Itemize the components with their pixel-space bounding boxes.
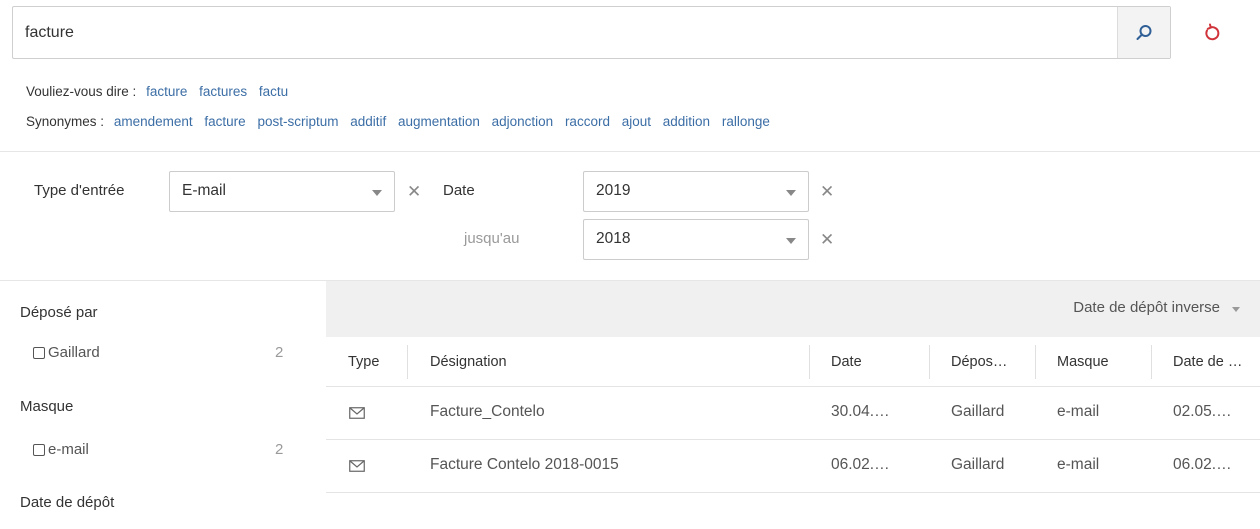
mask-title: Masque (20, 398, 74, 415)
deposit-date-title: Date de dépôt (20, 494, 115, 511)
synonym-link[interactable]: adjonction (492, 114, 554, 129)
synonym-link[interactable]: augmentation (398, 114, 480, 129)
cell-designation: Facture_Contelo (430, 403, 545, 420)
search-icon (1136, 24, 1152, 40)
chevron-down-icon (786, 190, 796, 196)
checkbox[interactable] (33, 443, 45, 456)
suggestion-link[interactable]: facture (146, 84, 187, 99)
table-row[interactable]: Facture_Contelo 30.04.… Gaillard e-mail … (326, 387, 1260, 439)
synonym-link[interactable]: rallonge (722, 114, 770, 129)
synonym-link[interactable]: ajout (622, 114, 651, 129)
synonym-link[interactable]: post-scriptum (257, 114, 338, 129)
facet-count: 2 (275, 344, 284, 361)
sort-bar: Date de dépôt inverse (326, 281, 1260, 337)
table-row[interactable]: Facture Contelo 2018-0015 06.02.… Gailla… (326, 440, 1260, 492)
synonym-link[interactable]: facture (204, 114, 245, 129)
checkbox[interactable] (33, 346, 45, 359)
synonyms-line: Synonymes : amendement facture post-scri… (26, 114, 778, 129)
date-label: Date (443, 182, 475, 199)
column-header-designation[interactable]: Désignation (430, 354, 507, 370)
clear-date-from-icon[interactable]: ✕ (820, 182, 834, 202)
cell-deposit-date: 06.02.… (1173, 456, 1232, 473)
search-button[interactable] (1117, 7, 1170, 58)
column-separator[interactable] (1151, 345, 1152, 379)
synonym-link[interactable]: raccord (565, 114, 610, 129)
entry-type-select[interactable]: E-mail (169, 171, 395, 212)
entry-type-value: E-mail (182, 182, 226, 199)
synonym-link[interactable]: additif (350, 114, 386, 129)
synonyms-label: Synonymes : (26, 114, 105, 129)
envelope-icon (349, 407, 365, 419)
clear-entry-type-icon[interactable]: ✕ (407, 182, 421, 202)
cell-designation: Facture Contelo 2018-0015 (430, 456, 619, 473)
chevron-down-icon (372, 190, 382, 196)
chevron-down-icon (1232, 307, 1240, 312)
column-separator[interactable] (407, 345, 408, 379)
column-header-date[interactable]: Date (831, 354, 862, 370)
search-input[interactable] (25, 7, 1115, 58)
column-header-deposited-by[interactable]: Dépos… (951, 354, 1007, 370)
date-from-select[interactable]: 2019 (583, 171, 809, 212)
envelope-icon (349, 460, 365, 472)
column-separator[interactable] (1035, 345, 1036, 379)
column-separator[interactable] (929, 345, 930, 379)
facet-item-gaillard[interactable]: Gaillard (33, 344, 100, 361)
clear-date-to-icon[interactable]: ✕ (820, 230, 834, 250)
until-label: jusqu'au (464, 230, 520, 247)
search-box (12, 6, 1171, 59)
entry-type-label: Type d'entrée (34, 182, 125, 199)
facet-item-label: Gaillard (48, 344, 100, 361)
reset-search-button[interactable] (1196, 18, 1226, 48)
column-separator[interactable] (809, 345, 810, 379)
cell-mask: e-mail (1057, 456, 1100, 473)
cell-deposited-by: Gaillard (951, 403, 1005, 420)
date-to-value: 2018 (596, 230, 631, 247)
facet-count: 2 (275, 441, 284, 458)
deposited-by-title: Déposé par (20, 304, 98, 321)
divider (326, 492, 1260, 493)
suggestion-link[interactable]: factures (199, 84, 247, 99)
did-you-mean-line: Vouliez-vous dire : facture factures fac… (26, 84, 296, 99)
facets-panel: Déposé par Gaillard 2 Masque e-mail 2 Da… (0, 281, 326, 529)
cell-deposited-by: Gaillard (951, 456, 1005, 473)
cell-date: 30.04.… (831, 403, 890, 420)
chevron-down-icon (786, 238, 796, 244)
column-header-mask[interactable]: Masque (1057, 354, 1109, 370)
cell-mask: e-mail (1057, 403, 1100, 420)
reset-icon (1205, 23, 1220, 41)
cell-date: 06.02.… (831, 456, 890, 473)
synonym-link[interactable]: amendement (114, 114, 193, 129)
divider (0, 151, 1260, 152)
facet-item-label: e-mail (48, 441, 89, 458)
suggestion-link[interactable]: factu (259, 84, 288, 99)
synonym-link[interactable]: addition (663, 114, 710, 129)
sort-select[interactable]: Date de dépôt inverse (1073, 299, 1220, 316)
facet-item-email[interactable]: e-mail (33, 441, 89, 458)
column-header-deposit-date[interactable]: Date de … (1173, 354, 1242, 370)
column-header-type[interactable]: Type (348, 354, 379, 370)
cell-deposit-date: 02.05.… (1173, 403, 1232, 420)
date-to-select[interactable]: 2018 (583, 219, 809, 260)
date-from-value: 2019 (596, 182, 631, 199)
did-you-mean-label: Vouliez-vous dire : (26, 84, 137, 99)
